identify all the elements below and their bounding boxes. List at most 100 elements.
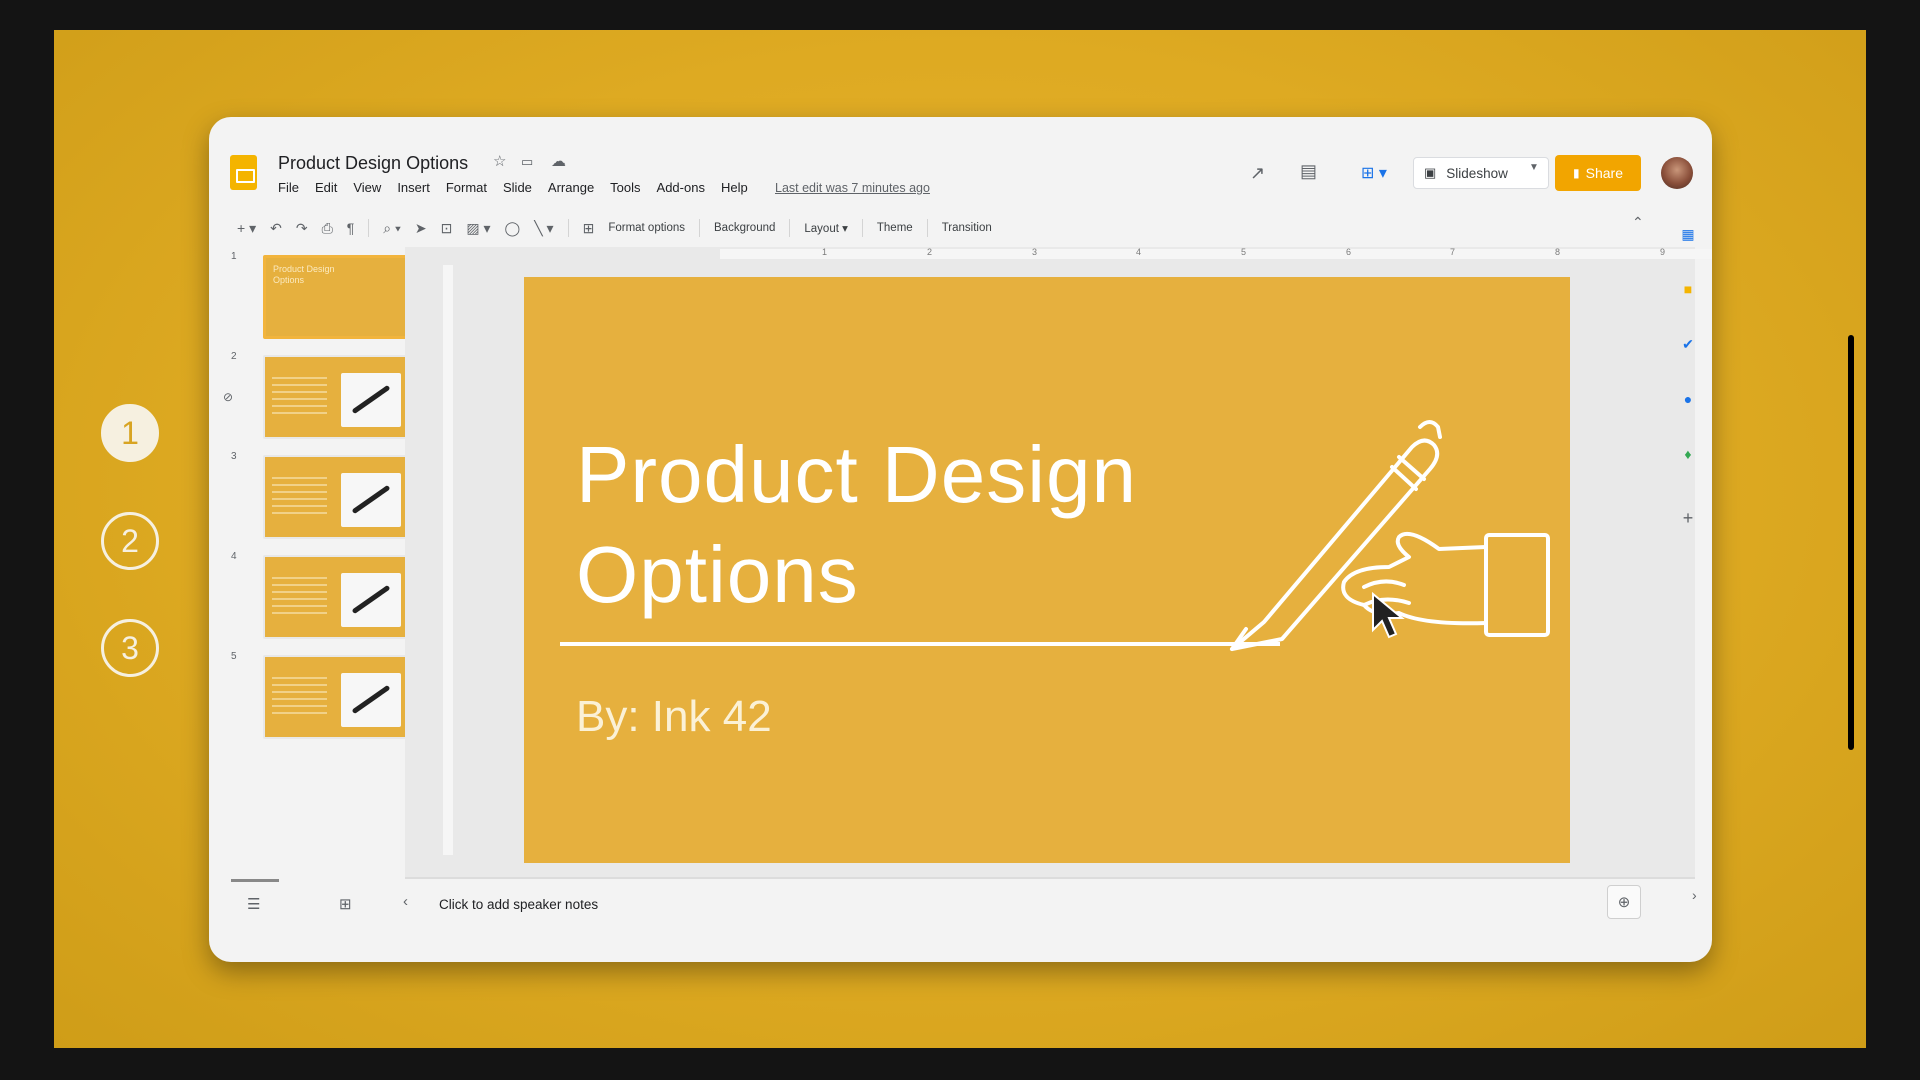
menu-view[interactable]: View bbox=[353, 180, 381, 195]
slide-number: 4 bbox=[231, 551, 237, 562]
tasks-icon[interactable]: ✔ bbox=[1677, 333, 1699, 355]
thumbnail-row[interactable]: 5 bbox=[223, 651, 409, 741]
grid-view-icon[interactable]: ⊞ bbox=[339, 895, 352, 913]
speaker-notes-field[interactable]: Click to add speaker notes bbox=[439, 897, 598, 912]
filmstrip-view-icon[interactable]: ☰ bbox=[247, 895, 260, 913]
current-slide[interactable]: Product Design Options By: Ink 42 bbox=[524, 277, 1570, 863]
ruler-number: 5 bbox=[1241, 247, 1247, 257]
menu-edit[interactable]: Edit bbox=[315, 180, 337, 195]
theme-button[interactable]: Theme bbox=[877, 222, 913, 234]
ruler-number: 2 bbox=[927, 247, 933, 257]
thumbnail-text-lines bbox=[272, 577, 327, 617]
keep-icon[interactable]: ■ bbox=[1677, 278, 1699, 300]
comment-icon[interactable]: ▤ bbox=[1300, 161, 1317, 182]
step-marker-2: 2 bbox=[101, 512, 159, 570]
hand-outline bbox=[1341, 532, 1488, 626]
last-edit-link[interactable]: Last edit was 7 minutes ago bbox=[775, 181, 930, 195]
slide-thumbnail-2[interactable] bbox=[263, 355, 409, 439]
ruler-number: 7 bbox=[1450, 247, 1456, 257]
image-icon[interactable]: ▨ ▾ bbox=[466, 220, 490, 237]
thumbnail-text-lines bbox=[272, 477, 327, 517]
contacts-icon[interactable]: ● bbox=[1677, 388, 1699, 410]
background-button[interactable]: Background bbox=[714, 222, 775, 234]
chevron-up-icon[interactable]: ⌃ bbox=[1632, 214, 1644, 231]
menu-help[interactable]: Help bbox=[721, 180, 748, 195]
trending-icon[interactable]: ↗ bbox=[1250, 163, 1265, 184]
toolbar-divider bbox=[789, 219, 791, 237]
format-options-button[interactable]: Format options bbox=[608, 222, 685, 234]
slide-filmstrip: 1 Product Design Options ⊘ 2 3 4 5 bbox=[209, 247, 409, 887]
cloud-icon[interactable]: ☁ bbox=[551, 152, 566, 170]
add-comment-icon[interactable]: ⊕ bbox=[1607, 885, 1641, 919]
active-view-indicator bbox=[231, 879, 279, 882]
side-panel: ▦ ■ ✔ ● ♦ + bbox=[1665, 209, 1712, 889]
ruler-number: 3 bbox=[1032, 247, 1038, 257]
slide-thumbnail-1[interactable]: Product Design Options bbox=[263, 255, 409, 339]
cuff-shape bbox=[1484, 533, 1550, 637]
redo-icon[interactable]: ↷ bbox=[296, 220, 308, 237]
toolbar: + ▾ ↶ ↷ ⎙ ¶ ⌕ ▾ ➤ ⊡ ▨ ▾ ◯ ╲ ▾ ⊞ Format o… bbox=[223, 209, 1665, 247]
menu-addons[interactable]: Add-ons bbox=[657, 180, 705, 195]
screen: 1 2 3 Product Design Options ☆ ▭ ☁ File … bbox=[0, 0, 1920, 1080]
maps-icon[interactable]: ♦ bbox=[1677, 443, 1699, 465]
toolbar-divider bbox=[926, 219, 928, 237]
slide-thumbnail-4[interactable] bbox=[263, 555, 409, 639]
menu-format[interactable]: Format bbox=[446, 180, 487, 195]
plus-icon[interactable]: + bbox=[1677, 507, 1699, 529]
chevron-left-icon[interactable]: ‹ bbox=[403, 893, 408, 910]
document-title[interactable]: Product Design Options bbox=[278, 153, 468, 174]
slide-thumbnail-5[interactable] bbox=[263, 655, 409, 739]
thumbnail-text-lines bbox=[272, 677, 327, 717]
calendar-icon[interactable]: ▦ bbox=[1677, 223, 1699, 245]
toolbar-divider bbox=[861, 219, 863, 237]
toolbar-divider bbox=[567, 219, 569, 237]
ruler-number: 8 bbox=[1555, 247, 1561, 257]
thumbnail-row[interactable]: 3 bbox=[223, 451, 409, 541]
folder-icon[interactable]: ▭ bbox=[521, 154, 533, 170]
share-button[interactable]: ▮ Share bbox=[1555, 155, 1641, 191]
thumbnail-title-line2: Options bbox=[273, 275, 305, 285]
textbox-icon[interactable]: ⊡ bbox=[441, 220, 453, 237]
menu-slide[interactable]: Slide bbox=[503, 180, 532, 195]
star-icon[interactable]: ☆ bbox=[493, 152, 506, 170]
menu-arrange[interactable]: Arrange bbox=[548, 180, 594, 195]
select-icon[interactable]: ➤ bbox=[415, 220, 427, 237]
menu-bar: File Edit View Insert Format Slide Arran… bbox=[278, 180, 748, 195]
thumbnail-row[interactable]: 2 bbox=[223, 351, 409, 441]
share-label: Share bbox=[1585, 165, 1623, 181]
speaker-notes-bar: ☰ ⊞ ‹ Click to add speaker notes ⊕ bbox=[209, 877, 1695, 962]
notes-divider bbox=[405, 877, 1695, 879]
new-slide-icon[interactable]: + ▾ bbox=[237, 220, 256, 237]
thumbnail-row[interactable]: 4 bbox=[223, 551, 409, 641]
slideshow-icon: ▣ bbox=[1424, 165, 1437, 180]
slide-thumbnail-3[interactable] bbox=[263, 455, 409, 539]
slide-title[interactable]: Product Design Options bbox=[576, 425, 1276, 625]
slide-number: 5 bbox=[231, 651, 237, 662]
print-icon[interactable]: ⎙ bbox=[322, 220, 333, 237]
menu-insert[interactable]: Insert bbox=[397, 180, 430, 195]
slides-window: Product Design Options ☆ ▭ ☁ File Edit V… bbox=[209, 117, 1712, 962]
slides-logo-icon[interactable] bbox=[230, 155, 257, 190]
slide-byline[interactable]: By: Ink 42 bbox=[576, 692, 772, 742]
horizontal-ruler[interactable]: 1 2 3 4 5 6 7 8 9 bbox=[720, 247, 1712, 259]
menu-file[interactable]: File bbox=[278, 180, 299, 195]
line-icon[interactable]: ╲ ▾ bbox=[534, 220, 553, 237]
avatar[interactable] bbox=[1661, 157, 1693, 189]
vertical-ruler[interactable] bbox=[443, 265, 453, 855]
shape-icon[interactable]: ◯ bbox=[505, 220, 521, 237]
undo-icon[interactable]: ↶ bbox=[270, 220, 282, 237]
lock-icon: ▮ bbox=[1573, 166, 1580, 180]
pen-photo bbox=[341, 473, 401, 527]
slide-number: 1 bbox=[231, 251, 237, 262]
video-scrollbar[interactable] bbox=[1848, 335, 1854, 750]
transition-button[interactable]: Transition bbox=[942, 222, 992, 234]
menu-tools[interactable]: Tools bbox=[610, 180, 640, 195]
layout-button[interactable]: Layout ▾ bbox=[804, 221, 848, 235]
paint-format-icon[interactable]: ¶ bbox=[347, 220, 355, 236]
thumbnail-row[interactable]: 1 Product Design Options bbox=[223, 251, 409, 341]
comment-add-icon[interactable]: ⊞ bbox=[583, 220, 595, 237]
present-icon[interactable]: ⊞ ▾ bbox=[1352, 158, 1396, 188]
chevron-down-icon[interactable]: ▼ bbox=[1529, 162, 1539, 173]
zoom-icon[interactable]: ⌕ ▾ bbox=[383, 220, 401, 237]
chevron-right-icon[interactable]: › bbox=[1692, 887, 1697, 903]
